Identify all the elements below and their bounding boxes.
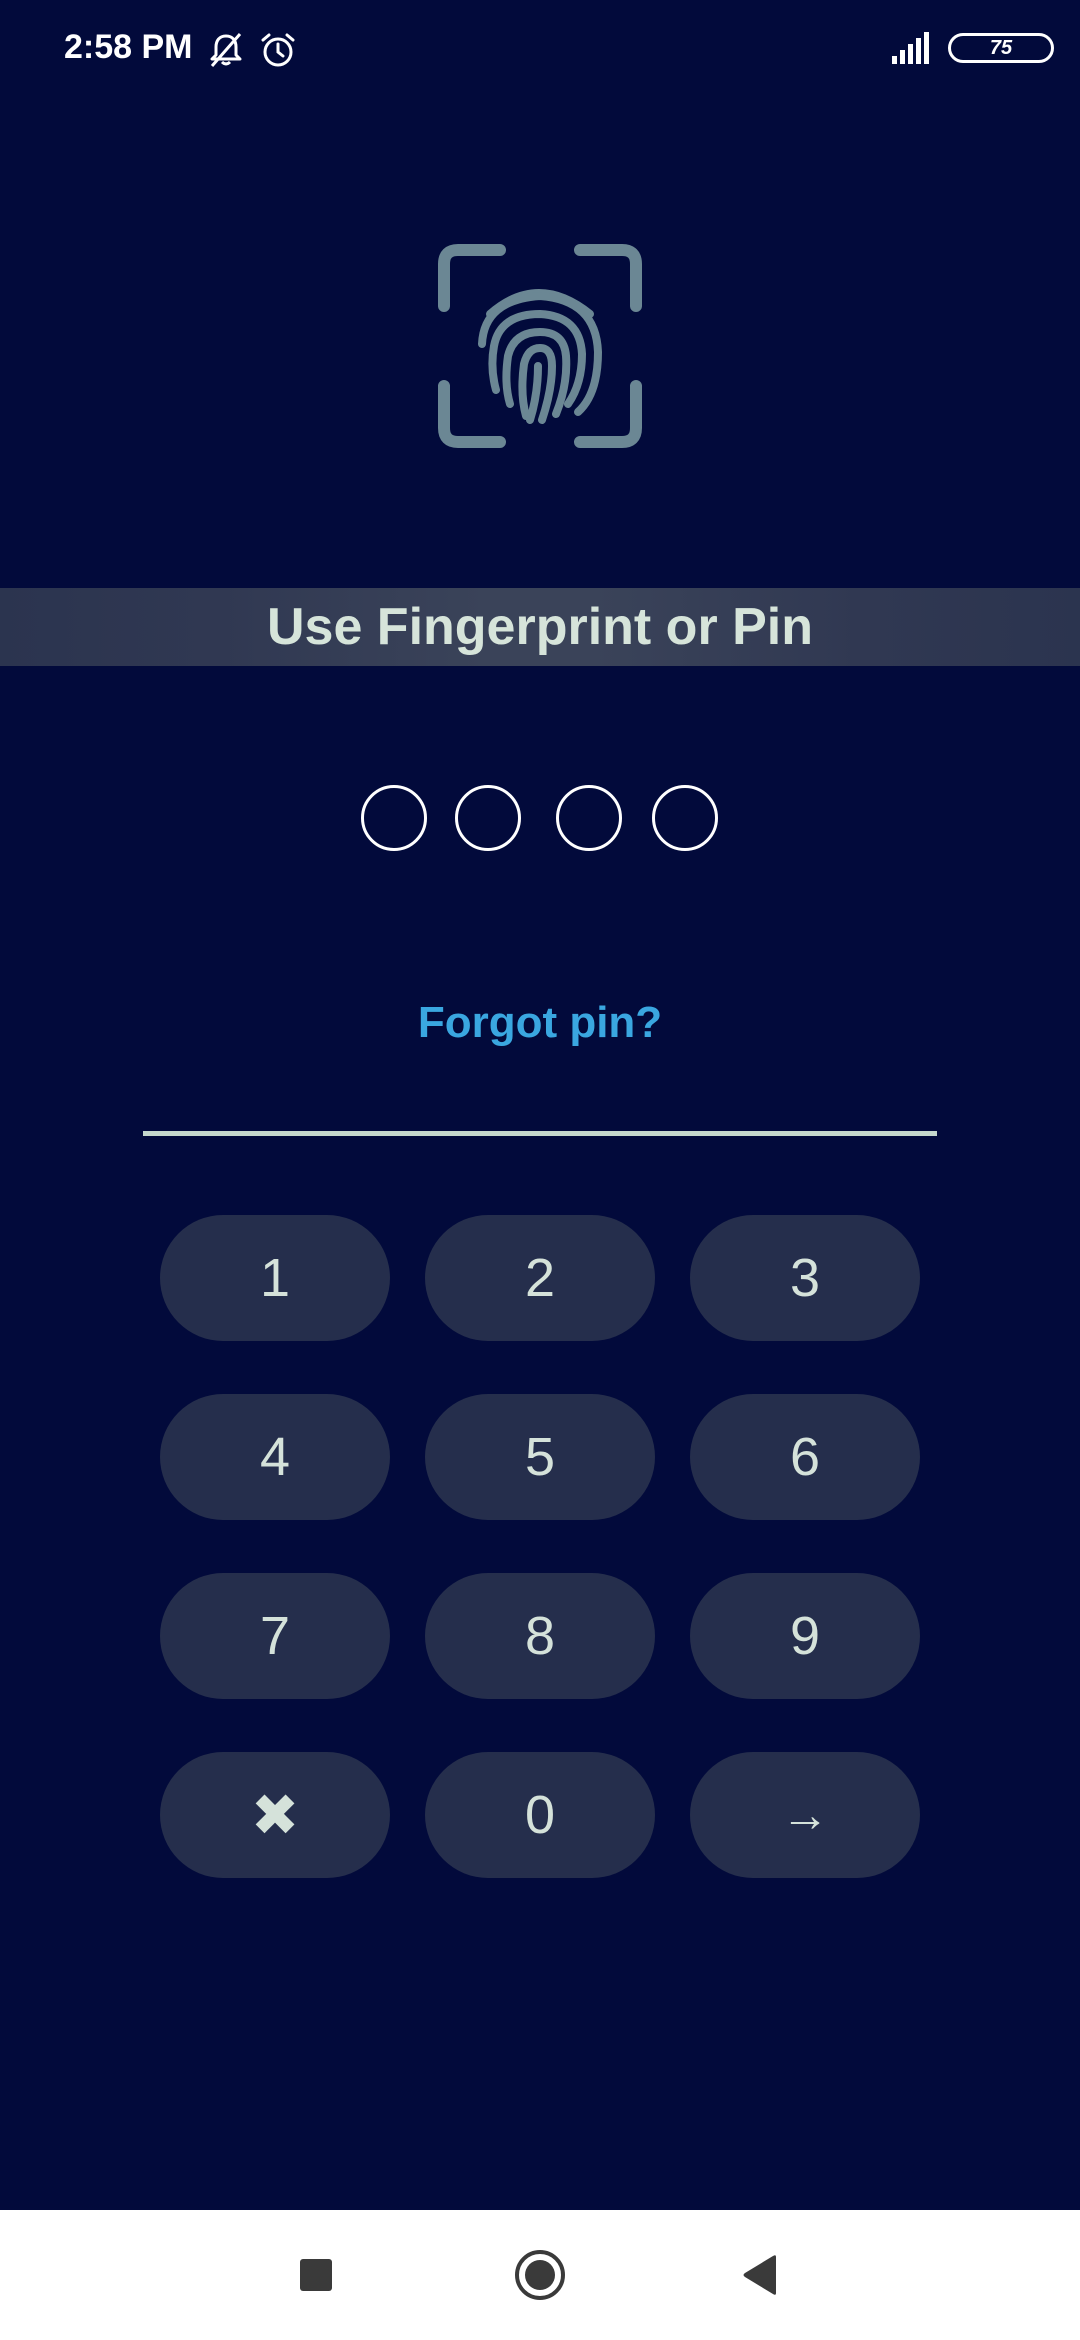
status-time: 2:58 PM — [64, 28, 193, 66]
fingerprint-icon[interactable] — [438, 244, 642, 448]
divider — [143, 1131, 937, 1136]
clear-button[interactable]: ✖ — [160, 1752, 390, 1878]
key-3[interactable]: 3 — [690, 1215, 920, 1341]
pin-dot — [455, 785, 521, 851]
status-bar: 2:58 PM 75 — [0, 0, 1080, 100]
pin-dot — [361, 785, 427, 851]
key-0[interactable]: 0 — [425, 1752, 655, 1878]
back-icon[interactable] — [700, 2210, 820, 2340]
key-7[interactable]: 7 — [160, 1573, 390, 1699]
alarm-icon — [258, 30, 298, 75]
key-9[interactable]: 9 — [690, 1573, 920, 1699]
notifications-off-icon — [206, 30, 246, 75]
battery-icon: 75 — [948, 33, 1054, 63]
battery-level: 75 — [989, 36, 1013, 59]
pin-dot — [652, 785, 718, 851]
signal-icon — [890, 30, 934, 71]
navigation-bar — [0, 2210, 1080, 2340]
home-icon[interactable] — [480, 2210, 600, 2340]
recents-icon[interactable] — [256, 2210, 376, 2340]
submit-button[interactable]: → — [690, 1752, 920, 1878]
key-5[interactable]: 5 — [425, 1394, 655, 1520]
title-banner: Use Fingerprint or Pin — [0, 588, 1080, 666]
key-2[interactable]: 2 — [425, 1215, 655, 1341]
forgot-pin-link[interactable]: Forgot pin? — [0, 998, 1080, 1048]
key-4[interactable]: 4 — [160, 1394, 390, 1520]
pin-dot — [556, 785, 622, 851]
key-6[interactable]: 6 — [690, 1394, 920, 1520]
page-title: Use Fingerprint or Pin — [266, 598, 814, 656]
pin-indicator — [0, 785, 1080, 855]
key-8[interactable]: 8 — [425, 1573, 655, 1699]
lock-screen: 2:58 PM 75 Use Fingerprint or Pin Forgot… — [0, 0, 1080, 2340]
key-1[interactable]: 1 — [160, 1215, 390, 1341]
